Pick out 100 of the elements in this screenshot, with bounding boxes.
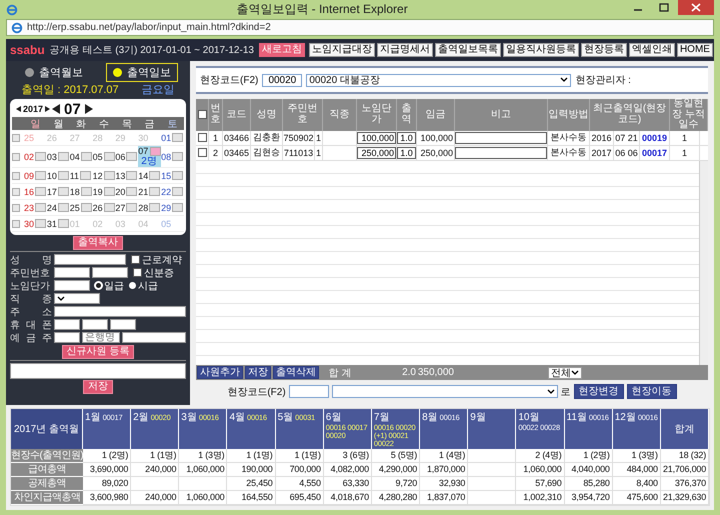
select-all-checkbox[interactable] [198,110,206,120]
table-cell: 03466 [223,130,251,144]
site-code-field[interactable] [288,385,329,398]
calendar-day[interactable]: 20 [115,184,138,199]
calendar-day[interactable]: 30 [24,216,47,231]
name-field[interactable] [54,254,126,265]
calendar-day[interactable]: 06 [115,149,138,164]
contract-checkbox[interactable]: 근로계약 [131,252,182,266]
close-icon[interactable] [678,0,714,15]
next-month-icon[interactable] [84,104,93,114]
week-checkbox[interactable] [12,134,20,142]
phone-field[interactable] [54,319,80,330]
week-checkbox[interactable] [12,220,20,228]
holder-field[interactable] [54,332,80,343]
table-cell: 3 (6명) [324,449,372,463]
week-checkbox[interactable] [12,188,20,196]
job-dropdown[interactable] [54,293,100,304]
nav-button[interactable]: HOME [676,43,713,57]
calendar-day[interactable]: 15 [161,168,184,183]
calendar-day[interactable]: 21 [138,184,162,199]
register-button[interactable]: 신규사원 등록 [62,345,134,359]
nav-button[interactable]: 지급명세서 [376,43,433,57]
wage-field[interactable] [54,280,90,291]
calendar-day[interactable]: 14 [138,168,162,183]
filter-dropdown[interactable]: 전체 [548,366,582,379]
field-label: 예 금 주 [10,332,52,344]
address-bar[interactable]: http://erp.ssabu.net/pay/labor/input_main.html?dkind=2 [6,19,714,36]
calendar-day[interactable]: 17 [46,184,70,199]
site-action-button[interactable]: 현장변경 [574,384,624,400]
rate-field[interactable]: 100,000 [357,132,396,144]
calendar-day[interactable]: 01 [161,130,184,145]
table-cell: 9,720 [372,477,420,491]
calendar-day[interactable]: 08 [161,149,184,164]
id-card-checkbox[interactable]: 신분증 [133,266,174,280]
calendar-day[interactable]: 05 [92,149,116,164]
calendar-day[interactable]: 22 [161,184,184,199]
table-action-button[interactable]: 사원추가 [197,366,243,380]
pay-type-radio[interactable]: 시급 [129,278,158,292]
site-code-link[interactable]: 00019 [640,130,670,144]
week-checkbox[interactable] [12,152,20,160]
calendar-day[interactable]: 03 [46,149,70,164]
calendar-day[interactable]: 25 [70,200,93,215]
calendar-day[interactable]: 07 2명 [138,146,162,167]
calendar-day[interactable]: 16 [24,184,47,199]
days-field[interactable]: 1.0 [397,132,416,144]
nav-button[interactable]: 일용직사원등록 [502,43,579,57]
calendar-day[interactable]: 09 [24,168,47,183]
caret-icon [57,296,65,302]
calendar-day[interactable]: 13 [115,168,138,183]
calendar-day[interactable]: 12 [92,168,116,183]
rate-field[interactable]: 250,000 [357,146,396,158]
calendar-day[interactable]: 18 [70,184,93,199]
scrollbar[interactable] [699,160,708,366]
site-code-link[interactable]: 00017 [640,146,670,160]
calendar-day[interactable]: 24 [46,200,70,215]
address-field[interactable] [54,306,186,317]
nav-button[interactable]: 출역일보목록 [434,43,501,57]
site-dropdown[interactable] [332,385,558,398]
week-checkbox[interactable] [12,204,20,212]
calendar-day[interactable]: 10 [46,168,70,183]
memo-field[interactable] [10,363,186,379]
account-field[interactable] [122,332,186,343]
column-header: 성명 [251,99,283,130]
table-action-button[interactable]: 저장 [245,366,271,380]
table-action-button[interactable]: 출역삭제 [273,366,319,380]
nav-button[interactable]: 현장등록 [580,43,627,57]
pay-type-radio[interactable]: 일급 [95,278,124,292]
mode-tab[interactable]: 출역일보 [106,63,178,82]
calendar-day[interactable]: 23 [24,200,47,215]
previous-year-icon[interactable] [16,106,21,112]
calendar-day[interactable]: 19 [92,184,116,199]
site-dropdown[interactable]: 00020 대불공장 [306,74,572,86]
days-field[interactable]: 1.0 [397,146,416,158]
column-header: 입력방법 [548,99,590,130]
site-code-field[interactable]: 00020 [262,74,302,86]
note-field[interactable] [455,132,547,144]
phone-field[interactable] [82,319,108,330]
calendar-day[interactable]: 11 [70,168,93,183]
mode-tab[interactable]: 출역월보 [18,63,90,82]
calendar-day[interactable]: 04 [70,149,93,164]
nav-button[interactable]: 노임지급대장 [308,43,375,57]
calendar-day[interactable]: 26 [92,200,116,215]
calendar-day[interactable]: 28 [138,200,162,215]
calendar-day[interactable]: 31 [46,216,70,231]
row-checkbox[interactable] [198,133,206,142]
rrn-field[interactable] [92,267,128,278]
copy-button[interactable]: 출역복사 [73,236,123,250]
site-action-button[interactable]: 현장이동 [626,384,677,400]
calendar-day[interactable]: 29 [161,200,184,215]
row-checkbox[interactable] [198,148,206,157]
week-checkbox[interactable] [12,172,20,180]
note-field[interactable] [455,146,547,158]
empty-cell [468,449,516,463]
save-button[interactable]: 저장 [83,380,113,394]
logo: ssabu [10,43,45,57]
rrn-field[interactable] [54,267,90,278]
calendar-day[interactable]: 02 [24,149,47,164]
calendar-day[interactable]: 27 [115,200,138,215]
phone-field[interactable] [110,319,136,330]
nav-button[interactable]: 엑셀인쇄 [628,43,675,57]
